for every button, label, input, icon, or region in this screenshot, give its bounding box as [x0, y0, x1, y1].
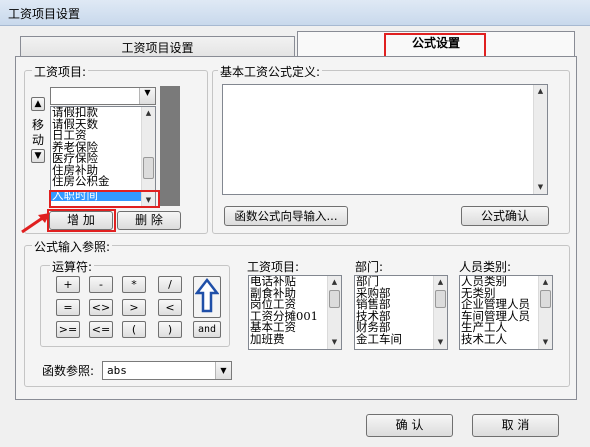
cancel-button[interactable]: 取 消 — [472, 414, 559, 437]
operator-minus-button[interactable]: - — [89, 276, 113, 293]
operator-not-equal-button[interactable]: <> — [89, 299, 113, 316]
operators-legend: 运算符: — [50, 258, 95, 275]
operator-label: < — [165, 301, 175, 314]
scroll-thumb[interactable] — [540, 290, 551, 308]
operator-label: ( — [131, 323, 137, 336]
ref-dept-scrollbar[interactable]: ▲ ▼ — [433, 276, 447, 349]
operator-and-button[interactable]: and — [193, 321, 221, 338]
move-down-button[interactable]: ▼ — [31, 149, 45, 163]
formula-wizard-button-label: 函数公式向导输入... — [234, 209, 338, 223]
operator-divide-button[interactable]: / — [158, 276, 182, 293]
operator-less-button[interactable]: < — [158, 299, 182, 316]
delete-item-button[interactable]: 删 除 — [117, 211, 181, 230]
ref-salary-list[interactable]: 电话补贴 副食补助 岗位工资 工资分摊001 基本工资 加班费 ▲ ▼ — [248, 275, 342, 350]
scroll-thumb[interactable] — [435, 290, 446, 308]
operator-plus-button[interactable]: + — [56, 276, 80, 293]
formula-confirm-button[interactable]: 公式确认 — [461, 206, 549, 226]
scroll-down-icon[interactable]: ▼ — [328, 336, 341, 349]
formula-wizard-button[interactable]: 函数公式向导输入... — [224, 206, 348, 226]
move-up-button[interactable]: ▲ — [31, 97, 45, 111]
operator-label: / — [168, 278, 172, 291]
formula-legend: 基本工资公式定义: — [218, 63, 323, 80]
operator-greater-equal-button[interactable]: >= — [56, 321, 80, 338]
big-up-arrow-icon — [194, 277, 220, 313]
scroll-up-icon[interactable]: ▲ — [328, 276, 341, 289]
operator-label: > — [129, 301, 139, 314]
arrow-down-icon: ▼ — [34, 151, 42, 161]
window-title-bar: 工资项目设置 — [0, 0, 590, 26]
ok-button-label: 确 认 — [395, 418, 424, 432]
operator-label: - — [99, 278, 103, 291]
list-item[interactable]: 住房公积金 — [51, 175, 155, 188]
operator-label: >= — [58, 323, 78, 336]
operator-label: + — [63, 278, 73, 291]
ref-category-list[interactable]: 人员类别 无类别 企业管理人员 车间管理人员 生产工人 技术工人 ▲ ▼ — [459, 275, 553, 350]
insert-up-arrow-button[interactable] — [193, 276, 221, 318]
chevron-down-icon[interactable]: ▼ — [139, 88, 155, 104]
operator-label: <= — [91, 323, 111, 336]
operator-less-equal-button[interactable]: <= — [89, 321, 113, 338]
move-label-2: 动 — [32, 133, 45, 147]
scroll-thumb[interactable] — [143, 157, 154, 179]
operator-equal-button[interactable]: = — [56, 299, 80, 316]
function-ref-value: abs — [107, 364, 127, 377]
scroll-up-icon[interactable]: ▲ — [434, 276, 447, 289]
operator-label: <> — [91, 301, 111, 314]
operator-label: ) — [167, 323, 173, 336]
ref-dept-legend: 部门: — [355, 260, 384, 274]
arrow-up-icon: ▲ — [34, 99, 42, 109]
salary-items-legend: 工资项目: — [32, 63, 89, 80]
annotation-selected-item — [49, 190, 160, 208]
function-ref-label: 函数参照: — [42, 364, 95, 378]
ref-category-legend: 人员类别: — [459, 260, 512, 274]
formula-textarea[interactable]: ▲ ▼ — [222, 84, 548, 195]
scroll-up-icon[interactable]: ▲ — [539, 276, 552, 289]
list-shadow — [160, 86, 180, 206]
scroll-down-icon[interactable]: ▼ — [534, 181, 547, 194]
ok-button[interactable]: 确 认 — [366, 414, 453, 437]
formula-confirm-button-label: 公式确认 — [480, 209, 529, 223]
annotation-arrow-icon — [21, 213, 50, 234]
delete-item-button-label: 删 除 — [135, 213, 163, 227]
salary-item-combo[interactable]: ▼ — [50, 87, 156, 105]
operator-multiply-button[interactable]: * — [122, 276, 146, 293]
params-legend: 公式输入参照: — [32, 238, 113, 255]
operator-close-paren-button[interactable]: ) — [158, 321, 182, 338]
window-title: 工资项目设置 — [8, 7, 81, 21]
function-ref-combo[interactable]: abs ▼ — [102, 361, 232, 380]
ref-salary-scrollbar[interactable]: ▲ ▼ — [327, 276, 341, 349]
operator-open-paren-button[interactable]: ( — [122, 321, 146, 338]
operator-greater-button[interactable]: > — [122, 299, 146, 316]
scroll-down-icon[interactable]: ▼ — [434, 336, 447, 349]
cancel-button-label: 取 消 — [501, 418, 530, 432]
ref-salary-legend: 工资项目: — [247, 260, 300, 274]
chevron-down-icon[interactable]: ▼ — [215, 362, 231, 379]
scroll-up-icon[interactable]: ▲ — [142, 107, 155, 120]
scroll-up-icon[interactable]: ▲ — [534, 85, 547, 98]
operator-and-label: and — [197, 324, 217, 335]
ref-category-scrollbar[interactable]: ▲ ▼ — [538, 276, 552, 349]
scroll-thumb[interactable] — [329, 290, 340, 308]
operator-label: = — [63, 301, 73, 314]
tab-salary-items-label: 工资项目设置 — [121, 41, 194, 55]
formula-scrollbar[interactable]: ▲ ▼ — [533, 85, 547, 194]
annotation-add-button — [47, 209, 116, 232]
operator-label: * — [131, 278, 137, 291]
ref-dept-list[interactable]: 部门 采购部 销售部 技术部 财务部 金工车间 ▲ ▼ — [354, 275, 448, 350]
scroll-down-icon[interactable]: ▼ — [539, 336, 552, 349]
